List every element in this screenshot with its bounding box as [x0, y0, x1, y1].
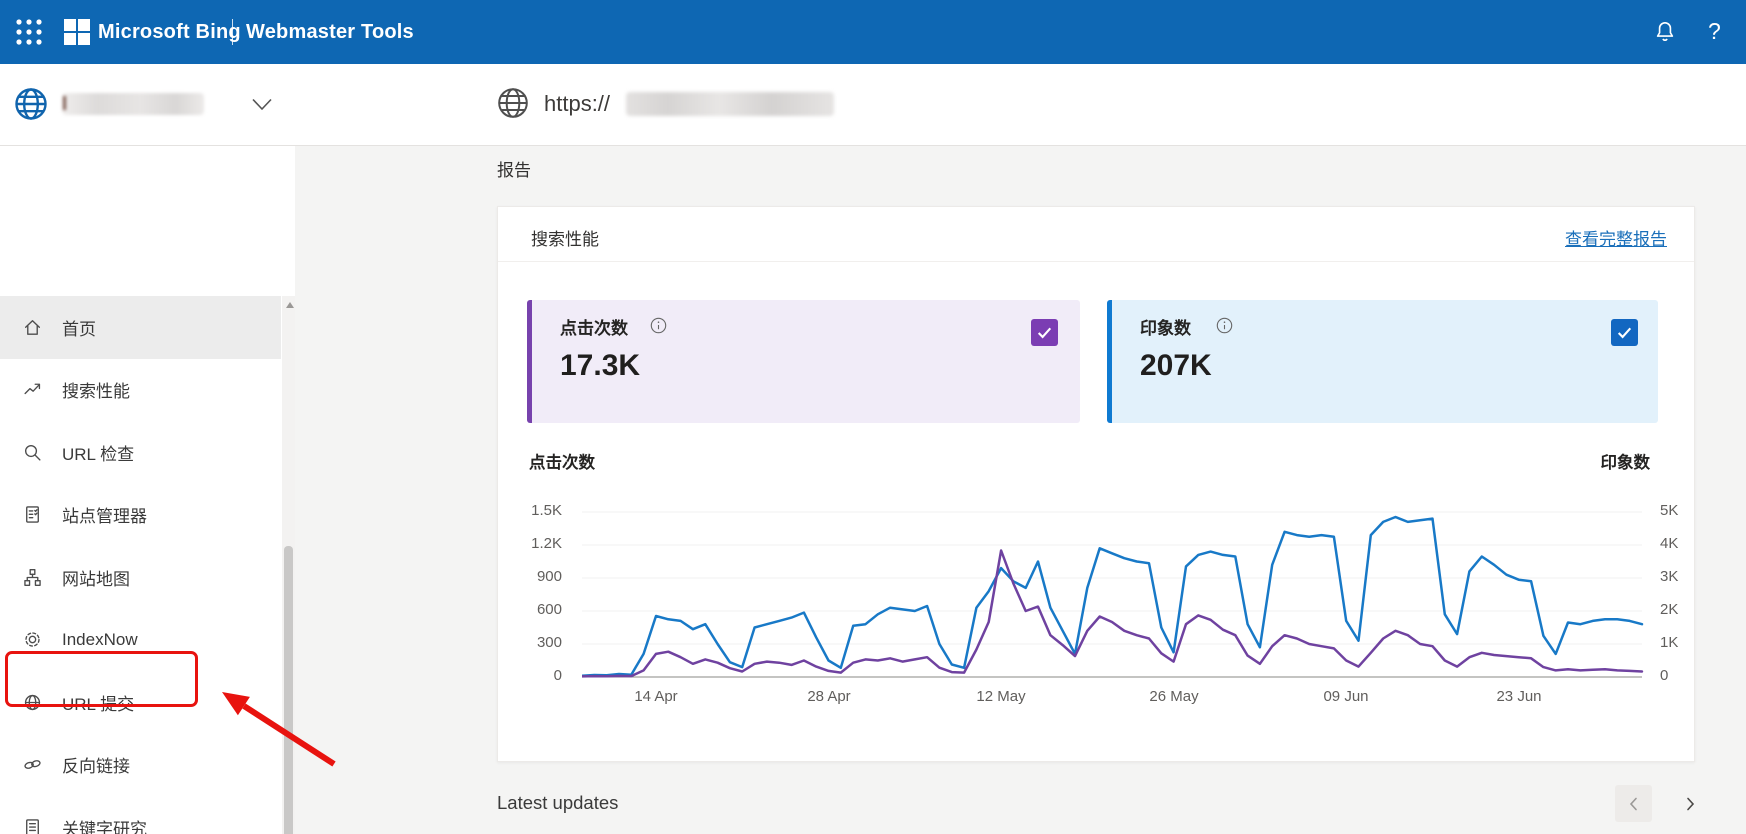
reports-section-title: 报告 [497, 161, 531, 180]
left-axis-tick: 600 [536, 601, 562, 618]
site-globe-icon [13, 86, 49, 122]
clicks-checkbox[interactable] [1031, 319, 1058, 346]
sidebar-item-home[interactable]: 首页 [0, 296, 281, 359]
chart-left-axis-title: 点击次数 [529, 454, 595, 472]
right-axis-tick: 1K [1660, 634, 1679, 651]
trend-icon [22, 379, 43, 400]
sidebar-item-label: 首页 [62, 319, 96, 339]
chevron-right-icon[interactable] [1671, 785, 1708, 822]
sidebar-item-sitemaps[interactable]: 网站地图 [0, 546, 281, 609]
card-header-divider [498, 261, 1694, 262]
x-axis-tick: 12 May [976, 688, 1026, 705]
gear-icon [22, 629, 43, 650]
sidebar-item-indexnow[interactable]: IndexNow [0, 609, 281, 672]
help-icon[interactable]: ? [1708, 0, 1721, 64]
chevron-down-icon[interactable] [252, 98, 272, 116]
globe-icon [22, 692, 43, 713]
keyword-icon [22, 817, 43, 834]
x-axis-tick: 14 Apr [634, 688, 678, 705]
sidebar-item-site-manager[interactable]: 站点管理器 [0, 484, 281, 547]
sidebar-item-label: 站点管理器 [62, 507, 147, 527]
top-bar: Microsoft Bing Webmaster Tools ? [0, 0, 1746, 64]
sidebar-item-label: IndexNow [62, 629, 138, 649]
info-icon[interactable] [650, 317, 667, 334]
right-axis-tick: 4K [1660, 535, 1679, 552]
topbar-divider [232, 19, 233, 45]
impressions-label: 印象数 [1140, 319, 1191, 338]
sidebar-scrollbar-thumb[interactable] [284, 546, 293, 834]
sidebar-item-url-submission[interactable]: URL 提交 [0, 671, 281, 734]
info-icon[interactable] [1216, 317, 1233, 334]
waffle-menu-icon[interactable] [14, 17, 44, 47]
right-axis-tick: 0 [1660, 667, 1669, 684]
x-axis-tick: 23 Jun [1496, 688, 1542, 705]
scrollbar-up-arrow-icon[interactable] [286, 302, 294, 308]
link-icon [22, 754, 43, 775]
sidebar-item-label: URL 检查 [62, 444, 135, 464]
site-name-redacted[interactable] [62, 93, 204, 115]
view-full-report-link[interactable]: 查看完整报告 [1500, 225, 1667, 250]
sidebar-item-label: 关键字研究 [62, 819, 147, 834]
brand-title: Microsoft Bing [98, 21, 241, 43]
sidebar-item-label: URL 提交 [62, 694, 135, 714]
impressions-value: 207K [1140, 349, 1212, 382]
site-url: https:// [544, 91, 611, 116]
sidebar-item-label: 搜索性能 [62, 382, 130, 402]
search-icon [22, 442, 43, 463]
sidebar-item-url-inspection[interactable]: URL 检查 [0, 421, 281, 484]
x-axis-tick: 26 May [1149, 688, 1199, 705]
url-redacted [626, 92, 834, 116]
url-globe-icon [496, 86, 530, 120]
left-axis-tick: 0 [553, 667, 562, 684]
bing-webmaster-tools-app: Microsoft Bing Webmaster Tools ? https:/… [0, 0, 1746, 834]
x-axis-tick: 09 Jun [1323, 688, 1369, 705]
right-axis-tick: 5K [1660, 502, 1679, 519]
performance-line-chart[interactable] [582, 495, 1652, 705]
microsoft-logo-icon [64, 19, 90, 45]
left-axis-tick: 1.5K [531, 502, 562, 519]
impressions-checkbox[interactable] [1611, 319, 1638, 346]
home-icon [22, 317, 43, 338]
sidebar-item-label: 反向链接 [62, 757, 130, 777]
clicks-value: 17.3K [560, 349, 641, 382]
clicks-label: 点击次数 [560, 319, 628, 338]
sitemap-icon [22, 567, 43, 588]
chart-right-axis-title: 印象数 [1600, 454, 1651, 472]
left-axis-tick: 1.2K [531, 535, 562, 552]
sidebar-item-keyword-research[interactable]: 关键字研究 [0, 796, 281, 834]
left-axis-tick: 900 [536, 568, 562, 585]
sidebar-item-label: 网站地图 [62, 569, 130, 589]
notifications-bell-icon[interactable] [1652, 19, 1678, 45]
chevron-left-icon[interactable] [1615, 785, 1652, 822]
right-axis-tick: 3K [1660, 568, 1679, 585]
product-title: Webmaster Tools [246, 21, 414, 43]
site-manager-icon [22, 504, 43, 525]
left-axis-tick: 300 [536, 634, 562, 651]
right-axis-tick: 2K [1660, 601, 1679, 618]
sidebar-item-search-performance[interactable]: 搜索性能 [0, 359, 281, 422]
x-axis-tick: 28 Apr [807, 688, 851, 705]
latest-updates-title: Latest updates [497, 792, 619, 813]
sidebar: 首页搜索性能 URL 检查 站点管理器网站地图 IndexNow URL 提交 反向链接关… [0, 146, 295, 834]
card-title: 搜索性能 [531, 230, 599, 249]
sidebar-item-backlinks[interactable]: 反向链接 [0, 734, 281, 797]
